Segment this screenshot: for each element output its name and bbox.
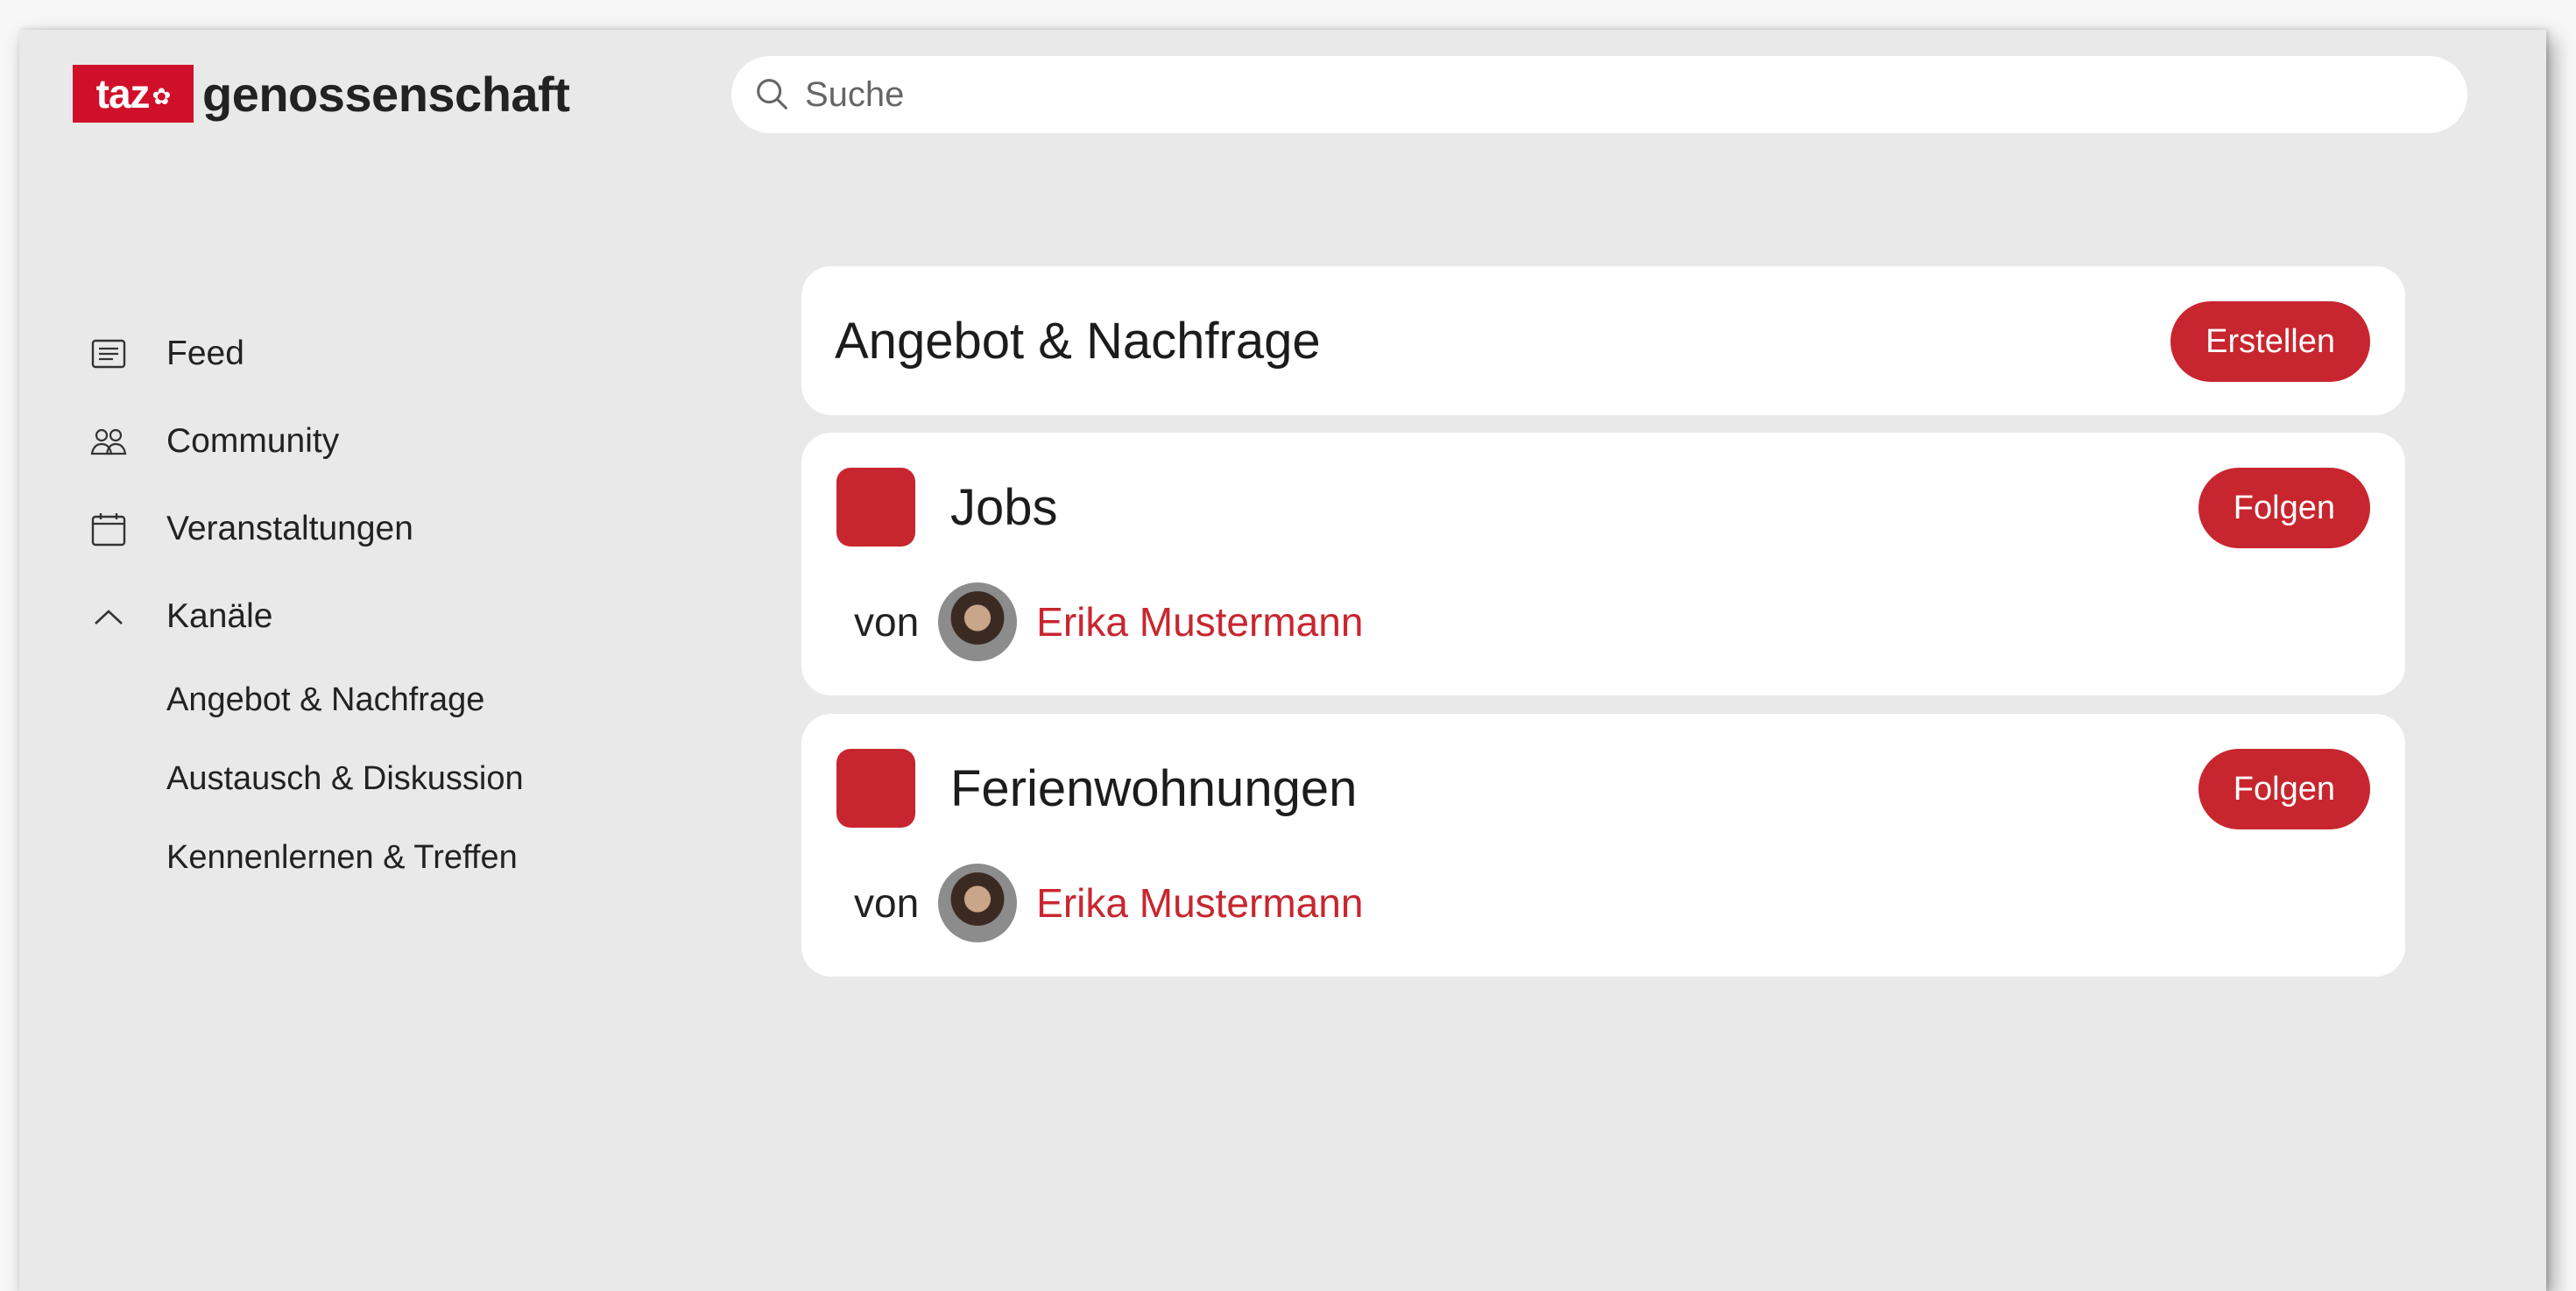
avatar[interactable] (938, 864, 1018, 942)
channel-group-header: Angebot & Nachfrage Erstellen (801, 266, 2405, 415)
logo[interactable]: taz ✿ genossenschaft (73, 65, 570, 123)
logo-wordmark: genossenschaft (202, 66, 570, 122)
channel-title[interactable]: Ferienwohnungen (950, 759, 1357, 818)
author-link[interactable]: Erika Mustermann (1036, 879, 1363, 927)
channel-title[interactable]: Jobs (950, 478, 1058, 537)
sidebar-item-label: Community (166, 422, 340, 460)
channel-byline: von Erika Mustermann (854, 582, 1363, 662)
channel-color-icon (836, 749, 915, 828)
sidebar-channel-kennenlernen-treffen[interactable]: Kennenlernen & Treffen (166, 818, 701, 897)
follow-button[interactable]: Folgen (2198, 468, 2370, 548)
author-link[interactable]: Erika Mustermann (1036, 598, 1363, 646)
sidebar: Feed Community Veranstaltungen Kanäle An… (88, 310, 701, 897)
search-bar[interactable] (731, 56, 2467, 133)
app-window: taz✿ genossenschaft Feed Community V (19, 30, 2546, 1291)
search-icon (757, 79, 787, 109)
avatar[interactable] (938, 582, 1018, 661)
sidebar-item-label: Veranstaltungen (166, 510, 413, 547)
channel-card[interactable]: Jobs Folgen von Erika Mustermann (801, 433, 2405, 695)
sidebar-item-community[interactable]: Community (88, 398, 701, 485)
sidebar-item-label: Feed (166, 335, 244, 372)
logo-taz-box: taz ✿ (73, 65, 194, 123)
paw-icon: ✿ (152, 82, 172, 109)
community-icon (88, 420, 130, 462)
search-input[interactable] (803, 74, 2383, 116)
calendar-icon (88, 508, 130, 550)
sidebar-item-kanaele[interactable]: Kanäle (88, 573, 701, 660)
byline-prefix: von (854, 599, 920, 645)
follow-button[interactable]: Folgen (2198, 749, 2370, 829)
feed-icon (88, 333, 130, 375)
chevron-up-icon (88, 596, 130, 638)
channel-card[interactable]: Ferienwohnungen Folgen von Erika Musterm… (801, 714, 2405, 977)
logo-taz-text: taz (95, 71, 151, 116)
channel-color-icon (836, 468, 915, 547)
sidebar-item-veranstaltungen[interactable]: Veranstaltungen (88, 485, 701, 573)
sidebar-channel-angebot-nachfrage[interactable]: Angebot & Nachfrage (166, 660, 701, 739)
channel-byline: von Erika Mustermann (854, 863, 1363, 943)
sidebar-item-label: Kanäle (166, 597, 273, 635)
sidebar-channel-austausch-diskussion[interactable]: Austausch & Diskussion (166, 739, 701, 818)
create-button[interactable]: Erstellen (2170, 301, 2370, 382)
page-title: Angebot & Nachfrage (835, 313, 1321, 370)
byline-prefix: von (854, 880, 920, 926)
sidebar-item-feed[interactable]: Feed (88, 310, 701, 398)
